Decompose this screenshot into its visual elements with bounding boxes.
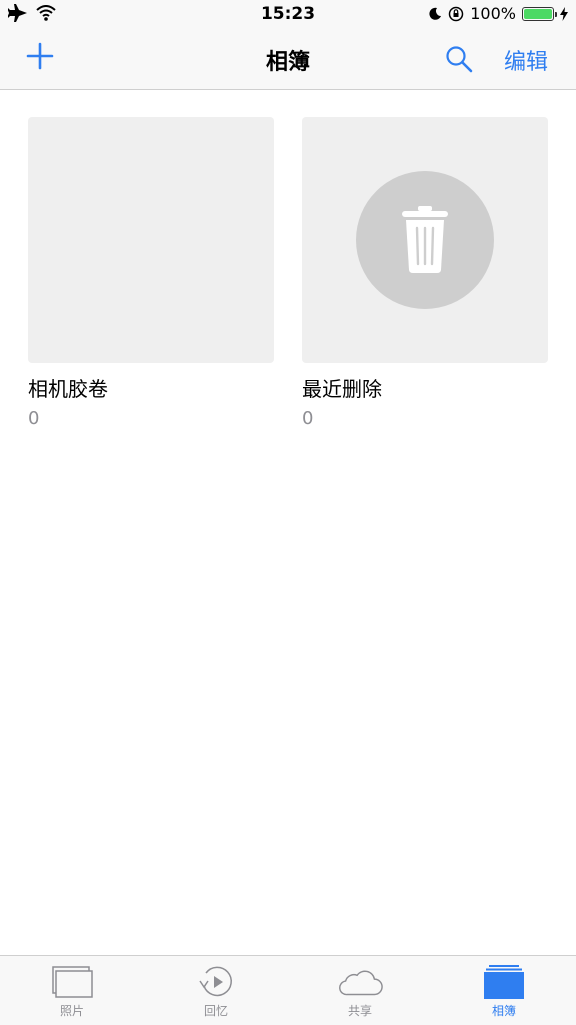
charging-icon <box>560 6 568 21</box>
battery-percent: 100% <box>470 4 516 23</box>
albums-tab-icon <box>484 965 524 999</box>
battery-icon <box>522 6 557 21</box>
album-name: 最近删除 <box>302 377 382 401</box>
page-title: 相簿 <box>265 50 310 75</box>
tab-photos[interactable]: 照片 <box>0 956 144 1025</box>
albums-grid: 相机胶卷 0 最近删除 0 <box>28 117 548 429</box>
tab-label: 回忆 <box>203 1004 228 1018</box>
tab-label: 照片 <box>59 1004 84 1018</box>
tab-shared[interactable]: 共享 <box>288 956 432 1025</box>
orientation-lock-icon <box>449 6 464 21</box>
tab-albums[interactable]: 相簿 <box>432 956 576 1025</box>
album-thumbnail[interactable] <box>302 117 548 363</box>
cloud-tab-icon <box>339 970 383 996</box>
search-icon[interactable] <box>444 44 474 74</box>
edit-button[interactable]: 编辑 <box>504 44 548 76</box>
status-bar: 15:23 100% <box>0 0 576 30</box>
photos-tab-icon <box>52 966 93 998</box>
trash-circle <box>356 171 494 309</box>
navigation-bar: 相簿 编辑 <box>0 30 576 90</box>
album-count: 0 <box>28 408 40 429</box>
album-name: 相机胶卷 <box>28 377 108 401</box>
tab-label: 共享 <box>347 1004 372 1018</box>
trash-icon <box>402 206 448 273</box>
album-count: 0 <box>302 408 314 429</box>
tab-memories[interactable]: 回忆 <box>144 956 288 1025</box>
tab-bar: 照片 回忆 共享 相簿 <box>0 955 576 1025</box>
tab-label: 相簿 <box>491 1004 516 1018</box>
album-camera-roll[interactable]: 相机胶卷 0 <box>28 117 274 429</box>
status-right: 100% <box>428 4 568 23</box>
moon-icon <box>429 7 442 20</box>
album-recently-deleted[interactable]: 最近删除 0 <box>302 117 548 429</box>
album-thumbnail[interactable] <box>28 117 274 363</box>
memories-tab-icon <box>199 966 232 997</box>
